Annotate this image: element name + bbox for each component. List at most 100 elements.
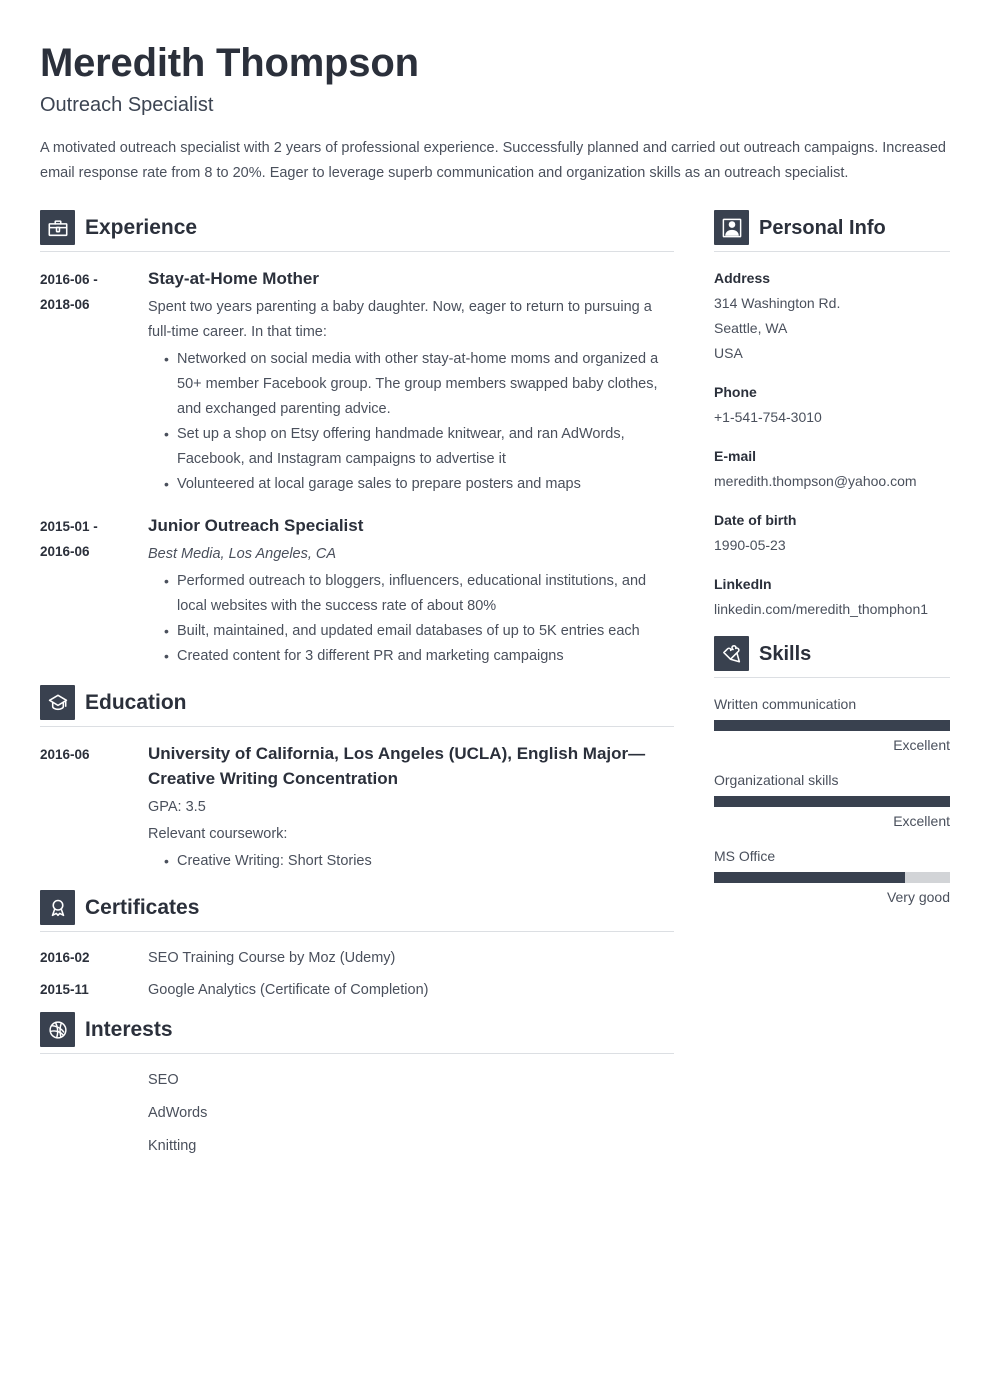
info-label: Phone [714,384,757,400]
section-experience: Experience 2016-06 - 2018-06 Stay-at-Hom… [40,210,674,669]
section-title-education: Education [85,690,187,714]
info-group-linkedin: LinkedIn linkedin.com/meredith_thomphon1 [714,572,950,622]
entry-date-range: 2016-06 [40,741,148,874]
skill-progress-track [714,720,950,731]
entry-description: Spent two years parenting a baby daughte… [148,299,652,340]
skill-progress-fill [714,796,950,807]
skill-level-label: Excellent [893,813,950,829]
info-value: Seattle, WA [714,320,788,336]
section-title-personal-info: Personal Info [759,216,886,239]
experience-entry: 2015-01 - 2016-06 Junior Outreach Specia… [40,513,674,669]
section-header-education: Education [40,685,674,726]
entry-bullet-list: Creative Writing: Short Stories [148,849,674,874]
section-title-skills: Skills [759,642,812,665]
entry-subtitle: Best Media, Los Angeles, CA [148,546,337,562]
info-value[interactable]: meredith.thompson@yahoo.com [714,469,950,494]
certificate-date: 2016-02 [40,950,90,965]
section-personal-info: Personal Info Address 314 Washington Rd.… [714,210,950,622]
info-group-phone: Phone +1-541-754-3010 [714,380,950,430]
skill-progress-fill [714,872,906,883]
list-item: Volunteered at local garage sales to pre… [164,472,674,497]
left-column: Experience 2016-06 - 2018-06 Stay-at-Hom… [40,210,674,1167]
interest-row: AdWords [40,1101,674,1125]
skill-item: Written communication Excellent [714,692,950,758]
skill-progress-track [714,796,950,807]
candidate-name: Meredith Thompson [40,41,419,85]
interest-name: Knitting [148,1138,197,1154]
entry-date-start: 2016-06 [40,747,90,762]
right-column: Personal Info Address 314 Washington Rd.… [714,210,950,920]
interest-name: SEO [148,1072,179,1088]
interest-row: SEO [40,1068,674,1092]
resume-body: Experience 2016-06 - 2018-06 Stay-at-Hom… [40,210,950,1167]
entry-date-end: 2016-06 [40,544,90,559]
section-divider [40,1053,674,1054]
skill-item: Organizational skills Excellent [714,768,950,834]
info-group-date-of-birth: Date of birth 1990-05-23 [714,508,950,558]
certificate-date: 2015-11 [40,982,89,997]
section-header-certificates: Certificates [40,890,674,931]
person-icon [714,210,749,245]
section-interests: Interests SEO AdWords Knitting [40,1012,674,1158]
basketball-icon [40,1012,75,1047]
entry-bullet-list: Networked on social media with other sta… [148,347,674,497]
list-item: Networked on social media with other sta… [164,347,674,422]
certificate-name: SEO Training Course by Moz (Udemy) [148,950,396,966]
resume-header: Meredith Thompson Outreach Specialist A … [40,40,950,186]
skill-progress-fill [714,720,950,731]
section-divider [40,251,674,252]
resume-page: Meredith Thompson Outreach Specialist A … [0,0,990,1400]
interest-spacer [40,1101,148,1125]
info-label: Address [714,270,771,286]
info-value: 1990-05-23 [714,537,786,553]
entry-date-start: 2016-06 - [40,272,98,287]
section-certificates: Certificates 2016-02 SEO Training Course… [40,890,674,1002]
puzzle-piece-icon [714,636,749,671]
entry-bullet-list: Performed outreach to bloggers, influenc… [148,569,674,669]
section-divider [714,677,950,678]
interest-spacer [40,1134,148,1158]
entry-content: University of California, Los Angeles (U… [148,741,674,874]
entry-gpa: GPA: 3.5 [148,799,206,815]
section-title-certificates: Certificates [85,895,200,919]
interest-name: AdWords [148,1105,208,1121]
section-divider [40,931,674,932]
education-entry: 2016-06 University of California, Los An… [40,741,674,874]
list-item: Built, maintained, and updated email dat… [164,619,674,644]
section-header-skills: Skills [714,636,950,677]
list-item: Set up a shop on Etsy offering handmade … [164,422,674,472]
entry-title: Junior Outreach Specialist [148,516,364,535]
info-value[interactable]: linkedin.com/meredith_thomphon1 [714,597,950,622]
section-education: Education 2016-06 University of Californ… [40,685,674,874]
info-value: +1-541-754-3010 [714,409,822,425]
info-group-address: Address 314 Washington Rd. Seattle, WA U… [714,266,950,366]
entry-title: Stay-at-Home Mother [148,269,319,288]
section-header-interests: Interests [40,1012,674,1053]
graduation-cap-icon [40,685,75,720]
certificate-name: Google Analytics (Certificate of Complet… [148,982,429,998]
list-item: Performed outreach to bloggers, influenc… [164,569,674,619]
briefcase-icon [40,210,75,245]
certificate-row: 2016-02 SEO Training Course by Moz (Udem… [40,946,674,970]
skill-item: MS Office Very good [714,844,950,910]
interest-spacer [40,1068,148,1092]
interest-row: Knitting [40,1134,674,1158]
skill-name: Organizational skills [714,772,839,788]
info-group-email: E-mail meredith.thompson@yahoo.com [714,444,950,494]
entry-date-range: 2015-01 - 2016-06 [40,513,148,669]
experience-entry: 2016-06 - 2018-06 Stay-at-Home Mother Sp… [40,266,674,497]
entry-content: Junior Outreach Specialist Best Media, L… [148,513,674,669]
list-item: Creative Writing: Short Stories [164,849,674,874]
section-skills: Skills Written communication Excellent O… [714,636,950,910]
section-title-experience: Experience [85,215,198,239]
entry-content: Stay-at-Home Mother Spent two years pare… [148,266,674,497]
entry-date-start: 2015-01 - [40,519,98,534]
entry-title: University of California, Los Angeles (U… [148,744,646,788]
section-divider [714,251,950,252]
section-header-personal-info: Personal Info [714,210,950,251]
info-label: E-mail [714,448,757,464]
info-label: Date of birth [714,512,797,528]
entry-date-range: 2016-06 - 2018-06 [40,266,148,497]
section-title-interests: Interests [85,1017,173,1041]
skill-level-label: Very good [886,889,950,905]
